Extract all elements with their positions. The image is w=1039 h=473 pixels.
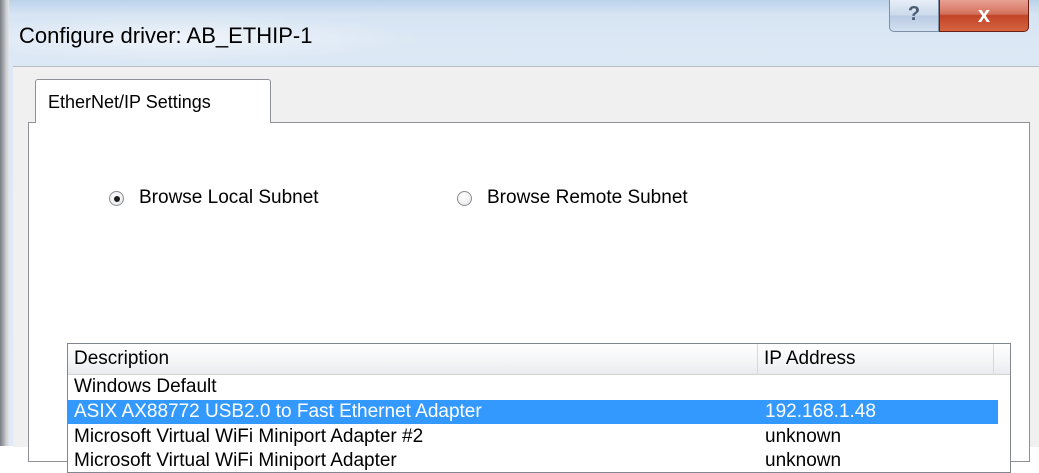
dialog-body: EtherNet/IP Settings Browse Local Subnet… [13, 66, 1039, 473]
browse-remote-subnet-label: Browse Remote Subnet [487, 187, 688, 208]
help-button[interactable]: ? [889, 0, 939, 32]
radio-unchecked-icon [457, 191, 472, 206]
list-item[interactable]: Microsoft Virtual WiFi Miniport Adapter … [68, 425, 998, 449]
browse-local-subnet-radio[interactable]: Browse Local Subnet [109, 187, 369, 217]
adapter-ip: 192.168.1.48 [765, 401, 876, 422]
adapter-description: Microsoft Virtual WiFi Miniport Adapter [74, 450, 397, 471]
caption-buttons: ? x [889, 0, 1039, 36]
tab-panel: Browse Local Subnet Browse Remote Subnet… [28, 122, 1030, 473]
column-header-ip-address[interactable]: IP Address [758, 344, 994, 374]
browse-local-subnet-label: Browse Local Subnet [139, 187, 319, 208]
title-bar[interactable]: Configure driver: AB_ETHIP-1 ? x [9, 0, 1039, 66]
tab-ethernet-ip-settings[interactable]: EtherNet/IP Settings [35, 79, 271, 123]
adapter-description: Windows Default [74, 376, 217, 397]
tab-label: EtherNet/IP Settings [48, 92, 211, 112]
adapter-ip: unknown [765, 450, 842, 471]
help-icon: ? [907, 3, 921, 25]
adapter-ip: unknown [765, 426, 842, 447]
column-header-description[interactable]: Description [68, 344, 758, 374]
close-button[interactable]: x [939, 0, 1029, 32]
close-icon: x [977, 2, 991, 27]
list-item[interactable]: Microsoft Virtual WiFi Miniport Adapter … [68, 449, 998, 472]
list-header: Description IP Address [68, 344, 1010, 375]
radio-checked-icon [109, 191, 124, 206]
browse-remote-subnet-radio[interactable]: Browse Remote Subnet [457, 187, 737, 217]
window-title: Configure driver: AB_ETHIP-1 [19, 23, 313, 48]
adapter-list[interactable]: Description IP Address Windows Default A… [67, 343, 1011, 473]
list-item[interactable]: Windows Default [68, 375, 998, 399]
configure-driver-dialog: Configure driver: AB_ETHIP-1 ? x EtherNe… [9, 0, 1039, 473]
radio-dot-icon [114, 196, 120, 202]
background-window-edge [0, 0, 9, 446]
adapter-description: Microsoft Virtual WiFi Miniport Adapter … [74, 426, 424, 447]
list-item-selected[interactable]: ASIX AX88772 USB2.0 to Fast Ethernet Ada… [68, 400, 998, 424]
adapter-description: ASIX AX88772 USB2.0 to Fast Ethernet Ada… [74, 401, 482, 422]
